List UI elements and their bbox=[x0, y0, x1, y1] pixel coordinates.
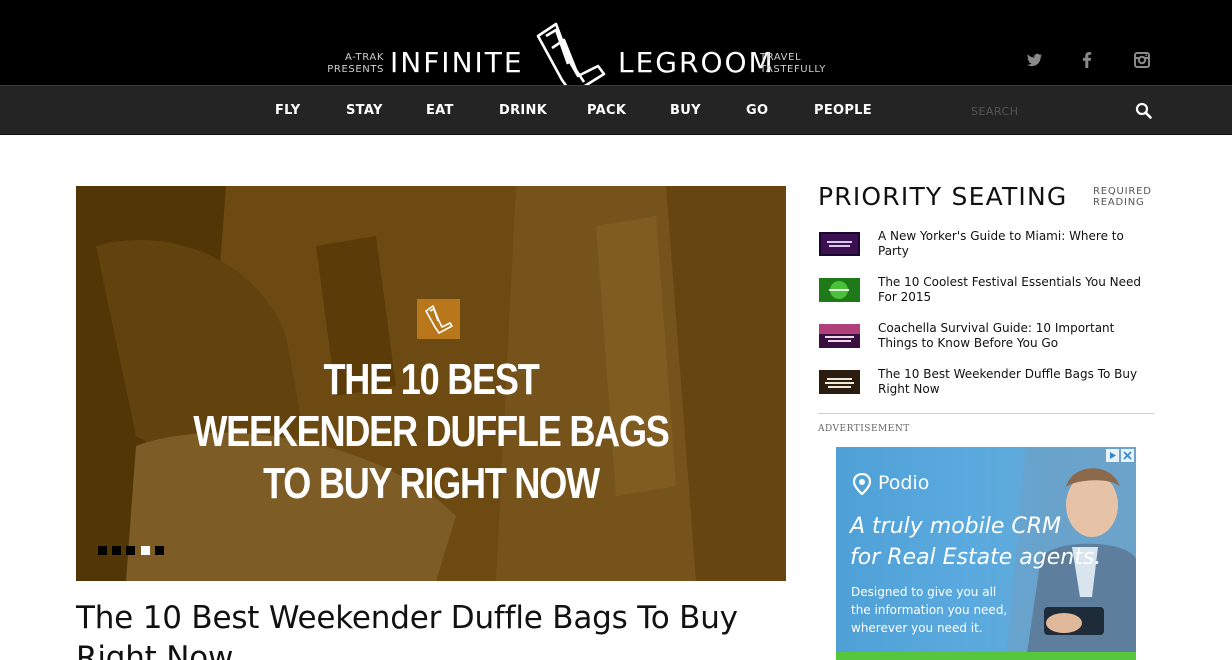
slider-dot-4[interactable] bbox=[141, 546, 150, 555]
search-box bbox=[966, 96, 1156, 126]
main-nav: FLY STAY EAT DRINK PACK BUY GO PEOPLE bbox=[0, 85, 1232, 135]
search-icon[interactable] bbox=[1134, 101, 1154, 121]
twitter-icon[interactable] bbox=[1024, 50, 1044, 70]
article-thumbnail bbox=[819, 232, 860, 256]
podio-brand: Podio bbox=[878, 472, 930, 494]
presents-label: A-TRAK PRESENTS bbox=[322, 52, 384, 76]
facebook-icon[interactable] bbox=[1077, 50, 1097, 70]
sidebar-item-title[interactable]: The 10 Coolest Festival Essentials You N… bbox=[878, 275, 1156, 305]
tagline-line-1: TRAVEL bbox=[760, 52, 802, 63]
sidebar-item-title[interactable]: A New Yorker's Guide to Miami: Where to … bbox=[878, 229, 1156, 259]
sidebar-item-title[interactable]: The 10 Best Weekender Duffle Bags To Buy… bbox=[878, 367, 1156, 397]
ad-copy-line-1: Designed to give you all bbox=[851, 585, 997, 599]
ad-copy-line-3: wherever you need it. bbox=[851, 621, 983, 635]
ad-headline-line-2: for Real Estate agents. bbox=[850, 545, 1102, 570]
required-reading-line-1: REQUIRED bbox=[1093, 186, 1152, 197]
slider-dot-5[interactable] bbox=[155, 546, 164, 555]
sidebar-item[interactable]: Coachella Survival Guide: 10 Important T… bbox=[818, 321, 1154, 361]
ad-headline: A truly mobile CRM for Real Estate agent… bbox=[850, 511, 1130, 573]
nav-item-go[interactable]: GO bbox=[746, 103, 768, 118]
sidebar-item[interactable]: The 10 Coolest Festival Essentials You N… bbox=[818, 275, 1154, 315]
sidebar-item-title[interactable]: Coachella Survival Guide: 10 Important T… bbox=[878, 321, 1156, 351]
podio-pin-icon bbox=[852, 473, 872, 495]
nav-item-fly[interactable]: FLY bbox=[275, 103, 300, 118]
article-thumbnail bbox=[819, 278, 860, 302]
brand-word-left: INFINITE bbox=[390, 46, 524, 79]
brand-word-right: LEGROOM bbox=[618, 46, 775, 79]
adchoices-icon[interactable] bbox=[1106, 449, 1134, 462]
nav-item-stay[interactable]: STAY bbox=[346, 103, 383, 118]
slider-dot-1[interactable] bbox=[98, 546, 107, 555]
advertisement-label: ADVERTISEMENT bbox=[818, 424, 910, 434]
required-reading-label: REQUIRED READING bbox=[1093, 186, 1152, 208]
article-title[interactable]: The 10 Best Weekender Duffle Bags To Buy… bbox=[76, 598, 786, 660]
top-header: A-TRAK PRESENTS INFINITE LEGROOM TRAVEL … bbox=[0, 0, 1232, 96]
sidebar-divider bbox=[818, 413, 1154, 414]
hero-headline-line-2: WEEKENDER DUFFLE BAGS bbox=[193, 407, 670, 456]
tagline-line-2: TASTEFULLY bbox=[760, 64, 826, 75]
hero-seat-badge-icon bbox=[417, 299, 460, 339]
ad-cta-bar[interactable] bbox=[836, 652, 1136, 660]
sidebar-item[interactable]: A New Yorker's Guide to Miami: Where to … bbox=[818, 229, 1154, 269]
hero-slider[interactable]: THE 10 BEST WEEKENDER DUFFLE BAGS TO BUY… bbox=[76, 186, 786, 581]
presents-line-1: A-TRAK bbox=[345, 52, 384, 63]
nav-item-drink[interactable]: DRINK bbox=[499, 103, 547, 118]
ad-copy: Designed to give you all the information… bbox=[851, 583, 1051, 637]
hero-headline-line-1: THE 10 BEST bbox=[323, 355, 539, 404]
nav-item-people[interactable]: PEOPLE bbox=[814, 103, 872, 118]
slider-dot-2[interactable] bbox=[112, 546, 121, 555]
presents-line-2: PRESENTS bbox=[327, 64, 384, 75]
hero-headline[interactable]: THE 10 BEST WEEKENDER DUFFLE BAGS TO BUY… bbox=[173, 354, 690, 510]
sidebar-item[interactable]: The 10 Best Weekender Duffle Bags To Buy… bbox=[818, 367, 1154, 407]
nav-item-eat[interactable]: EAT bbox=[426, 103, 454, 118]
ad-copy-line-2: the information you need, bbox=[851, 603, 1008, 617]
podio-advertisement[interactable]: Podio A truly mobile CRM for Real Estate… bbox=[836, 447, 1136, 660]
nav-item-pack[interactable]: PACK bbox=[587, 103, 626, 118]
nav-item-buy[interactable]: BUY bbox=[670, 103, 701, 118]
search-input[interactable] bbox=[966, 100, 1126, 122]
required-reading-line-2: READING bbox=[1093, 197, 1145, 208]
priority-seating-heading: PRIORITY SEATING bbox=[818, 182, 1068, 211]
article-thumbnail bbox=[819, 370, 860, 394]
tagline: TRAVEL TASTEFULLY bbox=[760, 52, 840, 76]
article-thumbnail bbox=[819, 324, 860, 348]
instagram-icon[interactable] bbox=[1132, 50, 1152, 70]
ad-headline-line-1: A truly mobile CRM bbox=[850, 514, 1062, 539]
hero-headline-line-3: TO BUY RIGHT NOW bbox=[263, 459, 600, 508]
slider-dot-3[interactable] bbox=[126, 546, 135, 555]
